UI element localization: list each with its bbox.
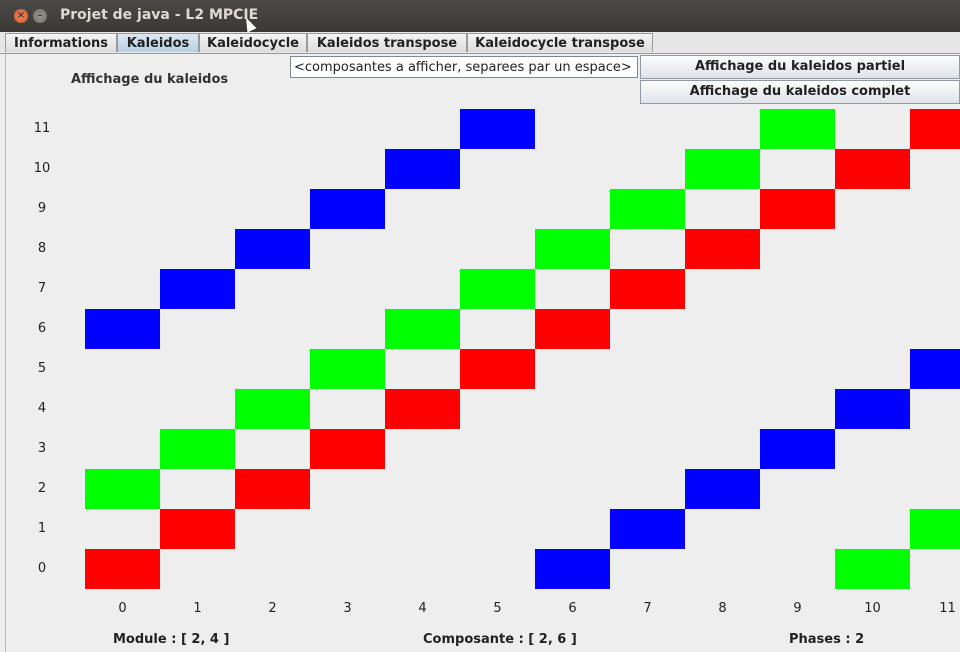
column-label: 9 — [793, 601, 802, 616]
row-label: 11 — [33, 121, 51, 136]
row-label: 9 — [37, 201, 47, 216]
tab-kaleidocycle-transpose[interactable]: Kaleidocycle transpose — [467, 33, 653, 52]
grid-cell-red — [685, 229, 760, 269]
window-title: Projet de java - L2 MPCIE — [60, 7, 259, 23]
tab-kaleidos[interactable]: Kaleidos — [117, 33, 199, 52]
row-label: 10 — [33, 161, 51, 176]
grid-cell-green — [235, 389, 310, 429]
column-label: 2 — [268, 601, 277, 616]
grid-cell-red — [460, 349, 535, 389]
grid-cell-blue — [235, 229, 310, 269]
complete-display-button[interactable]: Affichage du kaleidos complet — [640, 80, 960, 104]
grid-cell-red — [85, 549, 160, 589]
tab-kaleidocycle[interactable]: Kaleidocycle — [199, 33, 307, 52]
row-label: 8 — [37, 241, 47, 256]
row-label: 4 — [37, 401, 47, 416]
row-label: 1 — [37, 521, 47, 536]
row-label: 7 — [37, 281, 47, 296]
grid-cell-blue — [310, 189, 385, 229]
grid-cell-green — [160, 429, 235, 469]
grid-cell-red — [535, 309, 610, 349]
grid-cell-red — [160, 509, 235, 549]
grid-cell-blue — [535, 549, 610, 589]
tab-kaleidos-transpose[interactable]: Kaleidos transpose — [307, 33, 467, 52]
column-label: 5 — [493, 601, 502, 616]
grid-cell-green — [85, 469, 160, 509]
grid-cell-blue — [760, 429, 835, 469]
column-label: 3 — [343, 601, 352, 616]
partial-display-button[interactable]: Affichage du kaleidos partiel — [640, 55, 960, 79]
grid-cell-blue — [835, 389, 910, 429]
close-window-icon[interactable]: × — [14, 9, 28, 23]
grid-cell-green — [310, 349, 385, 389]
grid-cell-red — [385, 389, 460, 429]
grid-cell-green — [835, 549, 910, 589]
grid-cell-blue — [685, 469, 760, 509]
column-label: 0 — [118, 601, 127, 616]
composante-label: Composante : [ 2, 6 ] — [423, 632, 577, 647]
grid-cell-green — [385, 309, 460, 349]
grid-cell-red — [835, 149, 910, 189]
grid-cell-green — [910, 509, 960, 549]
grid-cell-blue — [85, 309, 160, 349]
grid-cell-blue — [160, 269, 235, 309]
row-label: 2 — [37, 481, 47, 496]
grid-cell-red — [910, 109, 960, 149]
tab-informations[interactable]: Informations — [5, 33, 117, 52]
grid-cell-blue — [910, 349, 960, 389]
grid-cell-red — [235, 469, 310, 509]
grid-cell-red — [610, 269, 685, 309]
grid-cell-red — [310, 429, 385, 469]
grid-cell-green — [685, 149, 760, 189]
column-label: 4 — [418, 601, 427, 616]
column-label: 8 — [718, 601, 727, 616]
row-label: 5 — [37, 361, 47, 376]
title-bar: × – Projet de java - L2 MPCIE — [0, 0, 960, 33]
minimize-window-icon[interactable]: – — [33, 9, 47, 23]
components-input[interactable] — [290, 56, 638, 78]
grid-cell-blue — [610, 509, 685, 549]
grid-cell-green — [535, 229, 610, 269]
row-label: 0 — [37, 561, 47, 576]
row-label: 6 — [37, 321, 47, 336]
grid-cell-blue — [385, 149, 460, 189]
grid-cell-green — [610, 189, 685, 229]
grid-cell-green — [760, 109, 835, 149]
column-label: 10 — [864, 601, 881, 616]
column-label: 11 — [939, 601, 956, 616]
panel-heading: Affichage du kaleidos — [71, 72, 229, 87]
phases-label: Phases : 2 — [789, 632, 865, 647]
column-label: 1 — [193, 601, 202, 616]
grid-cell-blue — [460, 109, 535, 149]
column-label: 7 — [643, 601, 652, 616]
column-label: 6 — [568, 601, 577, 616]
grid-cell-red — [760, 189, 835, 229]
module-label: Module : [ 2, 4 ] — [113, 632, 230, 647]
tab-bar: Informations Kaleidos Kaleidocycle Kalei… — [0, 32, 960, 54]
row-label: 3 — [37, 441, 47, 456]
grid-cell-green — [460, 269, 535, 309]
